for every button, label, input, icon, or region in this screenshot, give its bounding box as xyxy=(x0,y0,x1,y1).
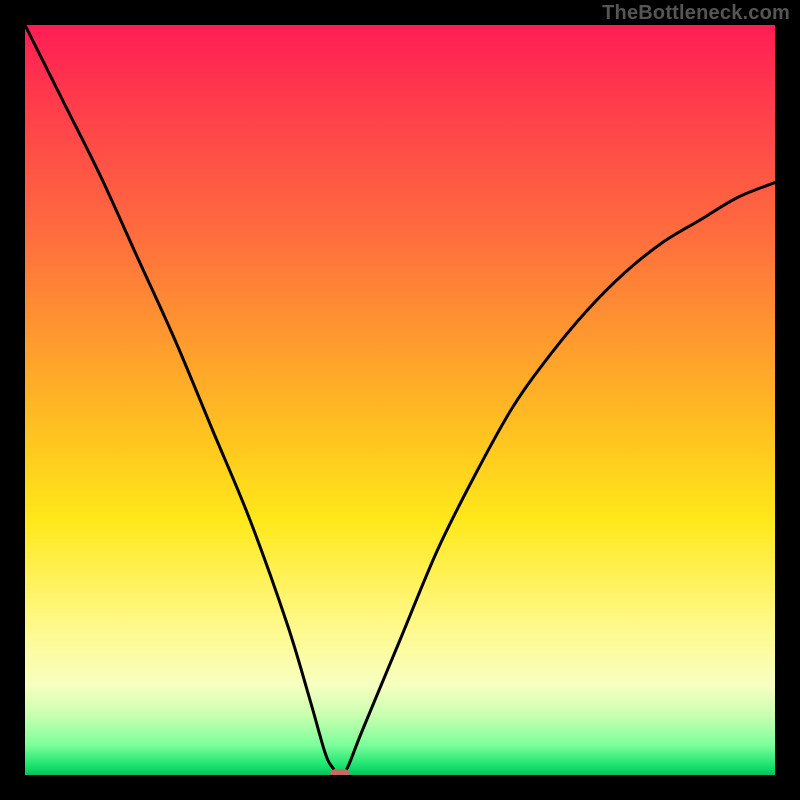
chart-outer-frame: TheBottleneck.com xyxy=(0,0,800,800)
plot-area xyxy=(25,25,775,775)
watermark-text: TheBottleneck.com xyxy=(602,2,790,25)
minimum-marker xyxy=(330,769,350,775)
bottleneck-curve xyxy=(25,25,775,775)
